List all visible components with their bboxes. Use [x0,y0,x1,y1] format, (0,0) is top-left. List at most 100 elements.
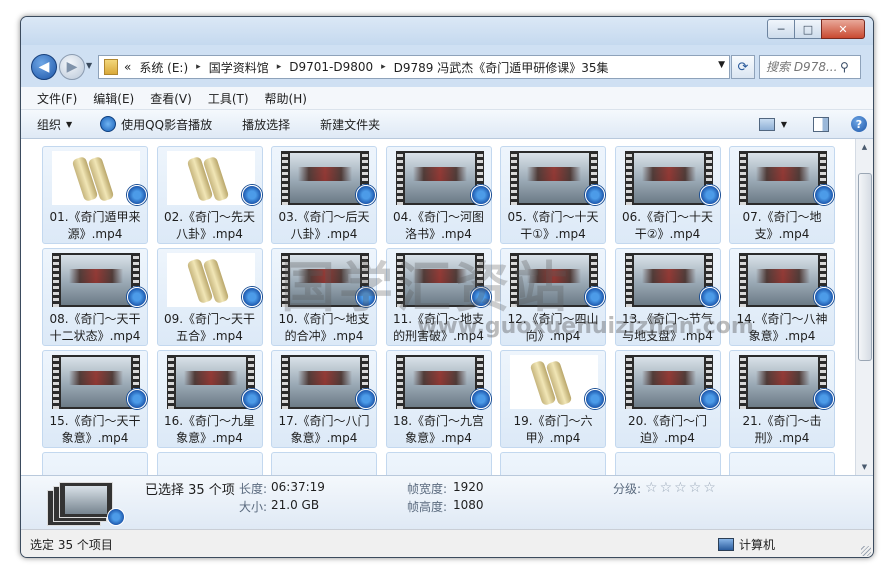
file-item[interactable]: 09.《奇门～天干五合》.mp4 [156,248,263,346]
breadcrumb-separator-icon[interactable]: ▸ [277,62,282,72]
new-folder-button[interactable]: 新建文件夹 [320,116,380,133]
menu-edit[interactable]: 编辑(E) [85,90,142,107]
address-bar[interactable]: « 系统 (E:) ▸ 国学资料馆 ▸ D9701-D9800 ▸ D9789 … [98,55,730,79]
breadcrumb-folder[interactable]: 国学资料馆 [209,59,269,76]
file-item[interactable] [42,452,148,475]
dropdown-arrow-icon: ▼ [66,119,73,129]
resize-grip[interactable] [861,546,871,556]
file-item[interactable] [271,452,377,475]
file-name: 09.《奇门～天干五合》.mp4 [163,312,256,343]
rating-label: 分级: [613,482,642,496]
preview-pane-icon[interactable] [813,116,829,132]
file-name: 04.《奇门～河图洛书》.mp4 [392,210,485,241]
selection-thumbnail [47,482,125,526]
address-dropdown-icon[interactable]: ▼ [718,60,725,70]
file-name: 03.《奇门～后天八卦》.mp4 [278,210,370,241]
help-icon[interactable]: ? [851,116,867,132]
file-item[interactable]: 07.《奇门～地支》.mp4 [729,146,835,244]
file-item[interactable] [385,452,492,475]
search-input[interactable] [760,59,840,75]
star-icon[interactable]: ☆ [645,480,658,496]
menu-bar: 文件(F) 编辑(E) 查看(V) 工具(T) 帮助(H) [21,87,873,110]
file-item[interactable] [614,452,721,475]
breadcrumb-separator-icon[interactable]: ▸ [381,62,386,72]
file-name: 18.《奇门～九宫象意》.mp4 [392,414,485,445]
file-item[interactable]: 19.《奇门～六甲》.mp4 [500,350,606,448]
maximize-button[interactable]: □ [794,19,822,39]
file-item[interactable]: 06.《奇门～十天干②》.mp4 [614,146,721,244]
refresh-button[interactable]: ⟳ [731,55,755,79]
qq-player-icon [107,508,125,526]
forward-button[interactable]: ▶ [59,54,85,80]
breadcrumb-drive[interactable]: 系统 (E:) [139,59,188,76]
file-item[interactable]: 01.《奇门遁甲来源》.mp4 [42,146,148,244]
qq-player-icon [241,185,262,205]
computer-icon [718,538,734,551]
file-list[interactable]: 01.《奇门遁甲来源》.mp4 02.《奇门～先天八卦》.mp4 03.《奇门～后天… [21,139,873,475]
menu-view[interactable]: 查看(V) [142,90,200,107]
qq-player-icon [699,185,720,205]
file-name: 19.《奇门～六甲》.mp4 [513,414,593,445]
breadcrumb-separator-icon[interactable]: ▸ [196,62,201,72]
star-icon[interactable]: ☆ [703,480,716,496]
breadcrumb-folder[interactable]: D9701-D9800 [289,60,373,74]
qq-player-icon [470,389,491,409]
menu-help[interactable]: 帮助(H) [257,90,315,107]
status-location-label: 计算机 [739,538,776,552]
qq-player-icon [585,185,605,205]
organize-button[interactable]: 组织 ▼ [37,116,72,133]
file-item[interactable]: 20.《奇门～门迫》.mp4 [614,350,721,448]
scroll-down-arrow-icon[interactable]: ▼ [856,459,873,475]
file-name: 02.《奇门～先天八卦》.mp4 [163,210,256,241]
file-item[interactable]: 18.《奇门～九宫象意》.mp4 [385,350,492,448]
close-button[interactable]: ✕ [821,19,865,39]
breadcrumb-overflow[interactable]: « [124,60,131,74]
play-with-qq-button[interactable]: 使用QQ影音播放 [100,116,212,133]
search-icon[interactable]: ⚲ [840,60,849,74]
star-icon[interactable]: ☆ [674,480,687,496]
file-item[interactable]: 02.《奇门～先天八卦》.mp4 [156,146,263,244]
minimize-button[interactable]: ─ [767,19,795,39]
qq-player-icon [814,389,834,409]
stacked-thumb [59,482,113,518]
qq-player-icon [585,287,605,307]
view-dropdown-icon[interactable]: ▼ [781,120,787,129]
qq-player-icon [127,287,147,307]
frame-width-value: 1920 [453,480,484,494]
watermark-url: www.guoxuehuizizhan.com [417,314,754,339]
file-item[interactable]: 15.《奇门～天干象意》.mp4 [42,350,148,448]
file-item[interactable]: 04.《奇门～河图洛书》.mp4 [385,146,492,244]
file-name: 08.《奇门～天干十二状态》.mp4 [49,312,141,343]
file-item[interactable]: 21.《奇门～击刑》.mp4 [729,350,835,448]
file-item[interactable]: 05.《奇门～十天干①》.mp4 [500,146,606,244]
menu-file[interactable]: 文件(F) [21,90,85,107]
vertical-scrollbar[interactable]: ▲ ▼ [855,139,873,475]
file-name: 21.《奇门～击刑》.mp4 [742,414,822,445]
back-button[interactable]: ◀ [31,54,57,80]
file-item[interactable]: 03.《奇门～后天八卦》.mp4 [271,146,377,244]
recent-pages-dropdown-icon[interactable]: ▼ [86,61,92,70]
file-name: 05.《奇门～十天干①》.mp4 [507,210,599,241]
file-item[interactable] [156,452,263,475]
file-item[interactable] [729,452,835,475]
file-item[interactable]: 17.《奇门～八门象意》.mp4 [271,350,377,448]
file-item[interactable]: 08.《奇门～天干十二状态》.mp4 [42,248,148,346]
toolbar-right: ▼ ? [758,110,873,138]
play-selection-button[interactable]: 播放选择 [242,116,290,133]
qq-player-icon [356,185,376,205]
file-item[interactable]: 16.《奇门～九星象意》.mp4 [156,350,263,448]
star-icon[interactable]: ☆ [660,480,673,496]
star-icon[interactable]: ☆ [689,480,702,496]
search-box[interactable]: ⚲ [759,55,861,79]
size-label: 大小: [239,500,268,514]
rating-stars[interactable]: ☆ ☆ ☆ ☆ ☆ [645,480,718,496]
change-view-icon[interactable] [758,117,775,131]
file-item[interactable] [500,452,606,475]
menu-tools[interactable]: 工具(T) [200,90,257,107]
breadcrumb-current[interactable]: D9789 冯武杰《奇门遁甲研修课》35集 [394,59,609,76]
qq-player-icon [814,185,834,205]
scroll-thumb[interactable] [858,173,872,361]
scroll-up-arrow-icon[interactable]: ▲ [856,139,873,155]
file-name: 07.《奇门～地支》.mp4 [742,210,822,241]
file-name: 01.《奇门遁甲来源》.mp4 [49,210,141,241]
